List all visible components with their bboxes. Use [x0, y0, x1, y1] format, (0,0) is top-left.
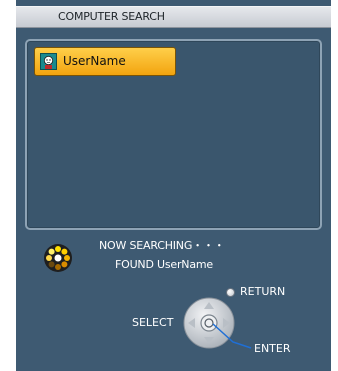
select-label: SELECT [132, 316, 174, 329]
computer-list-item-label: UserName [63, 54, 126, 68]
searching-spinner-icon [44, 244, 72, 272]
computer-list-panel: UserName [25, 39, 322, 230]
found-status-text: FOUND UserName [115, 258, 213, 271]
return-label: RETURN [240, 285, 286, 298]
computer-search-window: COMPUTER SEARCH UserName NOW SEARCHING・・… [16, 0, 331, 371]
enter-leader-line [212, 323, 252, 349]
title-bar: COMPUTER SEARCH [16, 6, 331, 28]
user-avatar-icon [40, 53, 57, 70]
window-title: COMPUTER SEARCH [58, 10, 165, 23]
search-status-text: NOW SEARCHING・・・ [99, 239, 225, 252]
computer-list-item[interactable]: UserName [34, 47, 176, 76]
enter-label: ENTER [254, 342, 291, 355]
